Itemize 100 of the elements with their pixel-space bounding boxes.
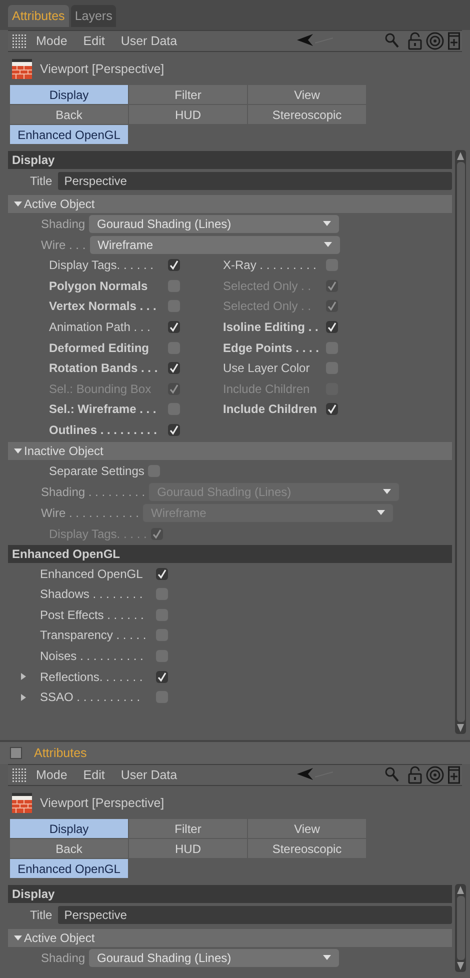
tab-button[interactable]: Stereoscopic: [248, 105, 366, 124]
tab-button[interactable]: Back: [10, 839, 128, 858]
checkbox-label: Post Effects . . . . . .: [40, 606, 145, 624]
menu-item[interactable]: Mode: [36, 766, 68, 784]
menu-item[interactable]: Edit: [83, 766, 105, 784]
group-header[interactable]: Inactive Object: [8, 442, 452, 460]
check-icon: [169, 363, 179, 374]
check-icon: [152, 528, 162, 539]
checkbox-label: Isoline Editing . .: [223, 319, 320, 336]
tab-button[interactable]: Back: [10, 105, 128, 124]
menu-item[interactable]: User Data: [120, 32, 178, 50]
section-header: Enhanced OpenGL: [8, 545, 452, 564]
checkbox-label: Sel.: Wireframe . . .: [49, 401, 158, 418]
caret-icon: [377, 510, 386, 516]
lock-icon[interactable]: [408, 32, 422, 50]
check-icon: [157, 568, 167, 579]
dropdown[interactable]: Gouraud Shading (Lines): [89, 948, 340, 966]
checkbox-label: Outlines . . . . . . . . .: [49, 422, 158, 440]
lock-icon[interactable]: [408, 766, 422, 784]
new-panel-icon[interactable]: [448, 766, 460, 784]
caret-icon: [324, 242, 332, 247]
check-icon: [169, 384, 179, 394]
scroll-down-icon[interactable]: [457, 962, 464, 970]
scrollbar[interactable]: [455, 150, 466, 734]
menu-item[interactable]: User Data: [120, 766, 178, 784]
tab-button[interactable]: Enhanced OpenGL: [10, 859, 128, 878]
group-title: Active Object: [24, 930, 95, 947]
checkbox[interactable]: [326, 321, 338, 334]
section-header: Display: [8, 885, 452, 903]
group-header[interactable]: Active Object: [8, 929, 452, 947]
grid-dots-icon[interactable]: [12, 768, 26, 782]
tab-button[interactable]: HUD: [129, 105, 247, 124]
checkbox-label: SSAO . . . . . . . . . .: [40, 689, 142, 706]
section-header: Display: [8, 151, 452, 169]
checkbox-label: Noises . . . . . . . . . .: [40, 648, 144, 666]
field-label: Title: [30, 907, 52, 924]
grid-dots-icon[interactable]: [12, 34, 26, 48]
square-icon[interactable]: [10, 747, 22, 759]
tab-button[interactable]: HUD: [129, 839, 247, 858]
group-title: Inactive Object: [24, 443, 104, 460]
checkbox[interactable]: [326, 403, 338, 416]
checkbox-label: Shadows . . . . . . . .: [40, 586, 144, 604]
menu-item[interactable]: Edit: [83, 32, 105, 50]
checkbox-label: Polygon Normals: [49, 278, 149, 295]
panel-tab[interactable]: Layers: [70, 5, 116, 27]
checkbox-label: Deformed Editing: [49, 340, 150, 357]
checkbox-label: Display Tags. . . . . .: [49, 257, 154, 274]
target-icon[interactable]: [426, 766, 444, 784]
menu-item[interactable]: Mode: [36, 32, 68, 50]
tab-button[interactable]: Filter: [129, 85, 247, 104]
caret-icon: [383, 489, 392, 494]
panel-tab[interactable]: Attributes: [8, 5, 69, 27]
checkbox-label: Reflections. . . . . . .: [40, 668, 144, 686]
tab-button[interactable]: Enhanced OpenGL: [10, 125, 128, 144]
dropdown-label: Shading: [41, 950, 86, 966]
scroll-up-icon[interactable]: [457, 886, 464, 894]
new-panel-icon[interactable]: [448, 32, 460, 50]
title-field[interactable]: Perspective: [58, 906, 452, 924]
tab-button[interactable]: View: [248, 85, 366, 104]
tab-button[interactable]: Filter: [129, 819, 247, 838]
checkbox-label: Transparency . . . . .: [40, 627, 148, 644]
scroll-down-icon[interactable]: [457, 724, 464, 732]
checkbox[interactable]: [168, 424, 180, 436]
dropdown[interactable]: Wireframe: [90, 236, 340, 254]
dropdown-label: Wire . . . . . . . . . . .: [41, 504, 140, 522]
viewport-icon: [12, 793, 32, 813]
tab-button[interactable]: Display: [10, 819, 128, 838]
dropdown-label: Shading . . . . . . . . .: [41, 484, 146, 501]
check-icon: [169, 260, 179, 270]
scrollbar[interactable]: [455, 884, 466, 972]
title-field[interactable]: Perspective: [58, 172, 452, 190]
checkbox-label: Include Children: [223, 401, 318, 418]
checkbox[interactable]: [156, 568, 168, 580]
checkbox-label: X-Ray . . . . . . . . .: [223, 257, 318, 274]
tab-button[interactable]: Stereoscopic: [248, 839, 366, 858]
check-icon: [169, 425, 179, 436]
caret-icon: [323, 221, 332, 226]
expand-triangle-icon[interactable]: [21, 694, 26, 701]
caret-icon: [323, 955, 332, 960]
checkbox-label: Vertex Normals . . .: [49, 298, 158, 316]
panel-title: Attributes: [34, 744, 87, 762]
checkbox[interactable]: [168, 362, 180, 374]
expand-triangle-icon: [14, 447, 22, 456]
tab-button[interactable]: Display: [10, 85, 128, 104]
group-header[interactable]: Active Object: [8, 195, 452, 213]
expand-triangle-icon: [14, 200, 22, 208]
viewport-icon: [12, 59, 32, 79]
tab-button[interactable]: View: [248, 819, 366, 838]
target-icon[interactable]: [426, 32, 444, 50]
dropdown[interactable]: Gouraud Shading (Lines): [89, 214, 340, 232]
dropdown-label: Shading: [41, 216, 86, 232]
check-icon: [327, 322, 337, 332]
checkbox[interactable]: [168, 321, 180, 334]
scroll-up-icon[interactable]: [457, 152, 464, 160]
search-icon[interactable]: [385, 33, 399, 49]
expand-triangle-icon[interactable]: [21, 673, 26, 680]
checkbox[interactable]: [168, 259, 180, 272]
checkbox-label: Animation Path . . .: [49, 319, 152, 336]
checkbox[interactable]: [156, 670, 168, 683]
search-icon[interactable]: [385, 767, 399, 783]
